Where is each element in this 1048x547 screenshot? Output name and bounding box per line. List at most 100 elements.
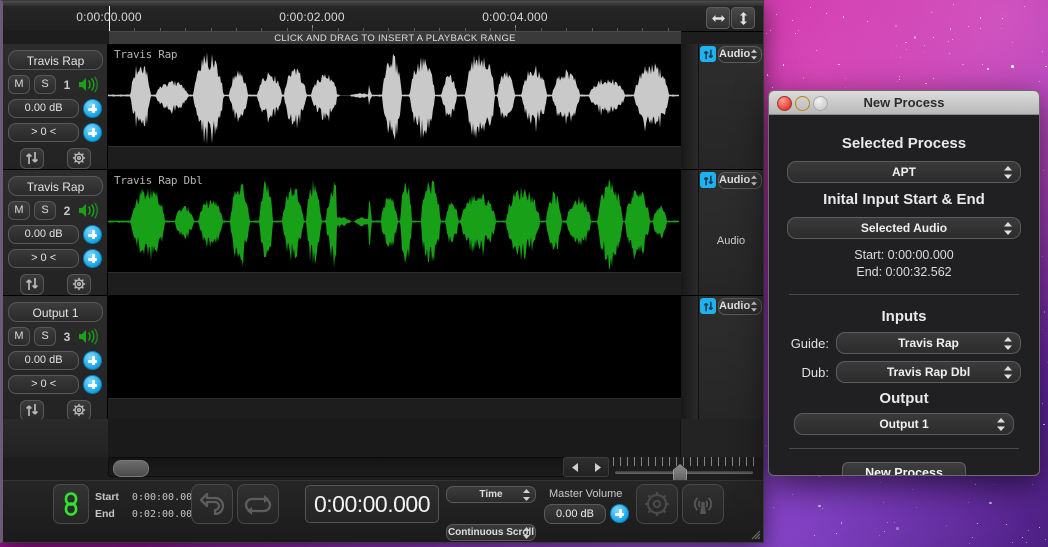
scroll-right-button[interactable]: [586, 458, 608, 476]
track-speaker-icon[interactable]: [78, 328, 102, 345]
track-name-field[interactable]: Travis Rap: [8, 50, 103, 70]
transport-time-display[interactable]: 0:00:00.000: [305, 485, 439, 523]
track-mute-button[interactable]: M: [8, 201, 30, 220]
empty-track-header: [3, 419, 109, 457]
settings-button[interactable]: [636, 484, 678, 524]
link-toggle-button[interactable]: [53, 484, 89, 524]
scroll-mode-popup[interactable]: Continuous Scroll: [446, 524, 536, 541]
track-io-panel: Audio: [698, 44, 763, 169]
track-pan-field[interactable]: > 0 <: [8, 375, 79, 394]
track-gain-field[interactable]: 0.00 dB: [8, 225, 79, 244]
minimize-window-button[interactable]: [795, 96, 810, 111]
track-vertical-scroll-strip[interactable]: [681, 296, 698, 421]
resize-vertical-button[interactable]: [731, 7, 755, 29]
empty-track-body: [108, 419, 681, 457]
track-io-badge[interactable]: [700, 172, 716, 188]
time-mode-popup[interactable]: Time: [446, 486, 536, 503]
undo-button[interactable]: [191, 484, 233, 524]
track-solo-button[interactable]: S: [34, 201, 56, 220]
track-io-button[interactable]: [20, 400, 44, 421]
chevron-updown-icon: [997, 417, 1005, 437]
track-gain-add-button[interactable]: [83, 225, 102, 244]
track-pan-add-button[interactable]: [83, 123, 102, 142]
playhead: [109, 6, 110, 31]
scroll-left-button[interactable]: [564, 458, 586, 476]
track-gain-field[interactable]: 0.00 dB: [8, 99, 79, 118]
track-settings-button[interactable]: [67, 274, 91, 295]
ruler-tick-label: 0:00:04.000: [482, 10, 548, 24]
end-value: 0:02:00.000: [132, 509, 198, 520]
broadcast-button[interactable]: [682, 484, 724, 524]
track-io-type-popup[interactable]: Audio: [718, 172, 762, 189]
track-waveform-area[interactable]: [108, 296, 681, 421]
waveform-graphic: [108, 44, 680, 147]
track-io-button[interactable]: [20, 274, 44, 295]
track-pan-field[interactable]: > 0 <: [8, 123, 79, 142]
track-solo-button[interactable]: S: [34, 75, 56, 94]
zoom-window-button[interactable]: [813, 96, 828, 111]
selected-process-popup[interactable]: APT: [787, 161, 1021, 183]
track-pan-field[interactable]: > 0 <: [8, 249, 79, 268]
chevron-updown-icon: [1004, 165, 1012, 185]
track-io-badge[interactable]: [700, 298, 716, 314]
track-number: 1: [60, 78, 74, 92]
track-io-type-popup[interactable]: Audio: [718, 46, 762, 63]
start-label: Start: [95, 489, 129, 505]
chevron-updown-icon: [1004, 365, 1012, 385]
track-settings-button[interactable]: [67, 148, 91, 169]
track-mute-button[interactable]: M: [8, 327, 30, 346]
dialog-end-line: End: 0:00:32.562: [787, 264, 1021, 281]
track-mute-button[interactable]: M: [8, 75, 30, 94]
horizontal-scrollbar[interactable]: [108, 457, 567, 477]
track-io-type-value: Audio: [719, 174, 750, 186]
track-vertical-scroll-strip[interactable]: [681, 170, 698, 295]
zoom-tick: [634, 457, 635, 466]
track-gain-field[interactable]: 0.00 dB: [8, 351, 79, 370]
track-settings-button[interactable]: [67, 400, 91, 421]
track-solo-button[interactable]: S: [34, 327, 56, 346]
dialog-titlebar[interactable]: New Process: [769, 91, 1039, 115]
track-waveform-area[interactable]: Travis Rap: [108, 44, 681, 169]
redo-button[interactable]: [237, 484, 279, 524]
new-process-submit-button[interactable]: New Process: [842, 462, 966, 476]
start-end-readout: Start 0:00:00.000 End 0:02:00.000: [95, 489, 198, 523]
timeline-ruler[interactable]: 0:00:00.0000:00:02.0000:00:04.000: [3, 1, 763, 32]
window-resize-grip[interactable]: [749, 528, 761, 540]
track-speaker-icon[interactable]: [78, 202, 102, 219]
horizontal-scrollbar-thumb[interactable]: [113, 460, 149, 477]
track-gain-add-button[interactable]: [83, 99, 102, 118]
start-value: 0:00:00.000: [132, 492, 198, 503]
master-volume-field[interactable]: 0.00 dB: [544, 504, 606, 524]
close-window-button[interactable]: [777, 96, 792, 111]
guide-popup[interactable]: Travis Rap: [836, 332, 1021, 354]
insert-playback-range-hint[interactable]: CLICK AND DRAG TO INSERT A PLAYBACK RANG…: [109, 31, 681, 45]
track-name-field[interactable]: Travis Rap: [8, 176, 103, 196]
track-gain-add-button[interactable]: [83, 351, 102, 370]
dub-popup[interactable]: Travis Rap Dbl: [836, 361, 1021, 383]
track-waveform-area[interactable]: Travis Rap Dbl: [108, 170, 681, 295]
ruler-top-strip: [3, 1, 763, 6]
track-vertical-scroll-strip[interactable]: [681, 44, 698, 169]
track-io-type-popup[interactable]: Audio: [718, 298, 762, 315]
zoom-slider[interactable]: [613, 457, 755, 479]
scroll-mode-value: Continuous Scroll: [448, 527, 534, 538]
track-header: Travis Rap MS1 0.00 dB > 0 <: [3, 44, 108, 169]
clip-name-label: Travis Rap Dbl: [114, 174, 203, 187]
master-volume-add-button[interactable]: [610, 504, 629, 523]
track-speaker-icon[interactable]: [78, 76, 102, 93]
track-pan-add-button[interactable]: [83, 375, 102, 394]
ruler-tick-label: 0:00:02.000: [279, 10, 345, 24]
output-popup[interactable]: Output 1: [794, 413, 1014, 435]
zoom-tick: [627, 457, 628, 466]
up-down-arrows-icon: [703, 175, 714, 186]
resize-horizontal-icon: [711, 14, 726, 23]
scroll-arrow-buttons[interactable]: [563, 457, 609, 477]
track-io-badge[interactable]: [700, 46, 716, 62]
track-row: Travis Rap MS1 0.00 dB > 0 < Travis Rap Audio: [3, 44, 763, 170]
track-io-button[interactable]: [20, 148, 44, 169]
track-pan-add-button[interactable]: [83, 249, 102, 268]
track-name-field[interactable]: Output 1: [8, 302, 103, 322]
selected-process-heading: Selected Process: [787, 135, 1021, 152]
input-range-popup[interactable]: Selected Audio: [787, 217, 1021, 239]
resize-horizontal-button[interactable]: [706, 7, 730, 29]
